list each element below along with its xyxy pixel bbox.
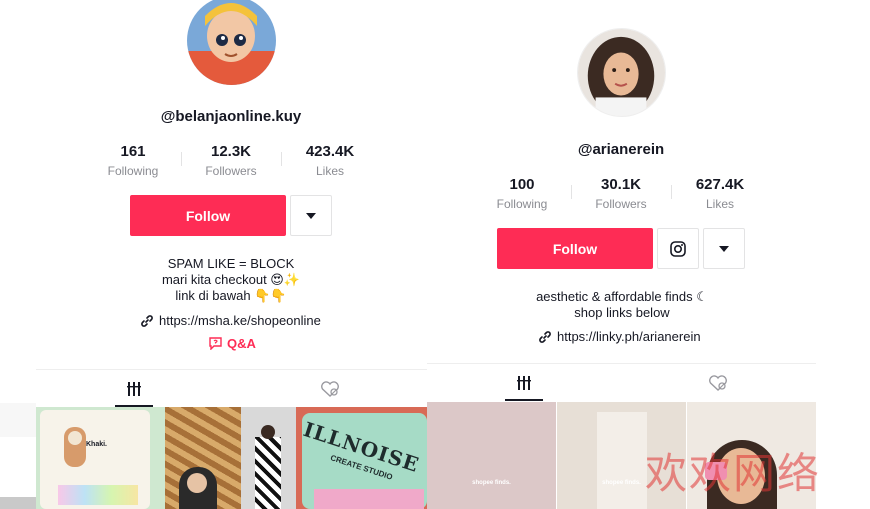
left-follow-button[interactable]: Follow — [130, 195, 286, 236]
thumb-caption: shopee finds. — [472, 480, 511, 486]
right-stat-following[interactable]: 100 Following — [477, 176, 567, 211]
stat-value: 12.3K — [210, 143, 252, 160]
tab-active-indicator — [505, 399, 543, 401]
left-qa-button[interactable]: Q&A — [209, 336, 256, 351]
right-stat-followers[interactable]: 30.1K Followers — [576, 176, 666, 211]
right-tab-bar — [427, 363, 816, 401]
stat-value: 100 — [509, 176, 535, 193]
left-bio-link[interactable]: https://msha.ke/shopeonline — [141, 313, 321, 328]
stat-divider — [181, 152, 182, 166]
tab-liked[interactable] — [700, 364, 736, 402]
caret-down-icon — [719, 245, 729, 252]
instagram-icon — [670, 240, 686, 257]
left-username: @belanjaonline.kuy — [160, 108, 302, 125]
videos-tab-icon — [517, 376, 531, 390]
tab-videos[interactable] — [116, 370, 152, 408]
left-tab-bar — [36, 369, 427, 407]
liked-tab-icon — [709, 375, 727, 391]
left-profile-panel: @belanjaonline.kuy 161 Following 12.3K F… — [0, 0, 427, 509]
qa-icon — [209, 337, 222, 350]
qa-label: Q&A — [227, 336, 256, 351]
left-video-grid: Khaki. ILLNOISE CREATE STUDIO — [36, 407, 427, 509]
bio-line: shop links below — [574, 305, 670, 320]
right-profile-panel: @arianerein 100 Following 30.1K Follower… — [427, 0, 816, 509]
stat-label: Likes — [705, 197, 734, 211]
left-stat-likes: 423.4K Likes — [285, 143, 375, 178]
left-avatar[interactable] — [187, 0, 276, 85]
video-thumbnail[interactable] — [165, 407, 241, 509]
stat-label: Followers — [595, 197, 647, 211]
stat-label: Likes — [315, 164, 344, 178]
video-thumbnail[interactable]: shopee finds. — [427, 402, 556, 509]
video-thumbnail[interactable]: ILLNOISE CREATE STUDIO — [296, 407, 427, 509]
instagram-button[interactable] — [657, 228, 699, 269]
bio-line: mari kita checkout 😍✨ — [161, 272, 301, 287]
right-username: @arianerein — [577, 141, 665, 158]
stat-value: 423.4K — [305, 143, 355, 160]
stat-label: Followers — [205, 164, 257, 178]
left-bio: SPAM LIKE = BLOCK mari kita checkout 😍✨ … — [100, 256, 362, 304]
right-avatar[interactable] — [577, 28, 666, 117]
left-more-button[interactable] — [290, 195, 332, 236]
bio-line: aesthetic & affordable finds ☾ — [536, 289, 708, 304]
link-text[interactable]: https://msha.ke/shopeonline — [159, 313, 321, 328]
left-stat-followers[interactable]: 12.3K Followers — [186, 143, 276, 178]
watermark-text: 欢欢网络 — [645, 449, 822, 498]
stat-label: Following — [496, 197, 548, 211]
link-icon — [539, 330, 551, 343]
link-icon — [141, 314, 153, 327]
bio-line: SPAM LIKE = BLOCK — [167, 256, 295, 271]
stat-value: 161 — [120, 143, 146, 160]
stat-divider — [671, 185, 672, 199]
bio-line: link di bawah 👇👇 — [175, 288, 287, 303]
right-stat-likes: 627.4K Likes — [675, 176, 765, 211]
tab-liked[interactable] — [312, 370, 348, 408]
link-text[interactable]: https://linky.ph/arianerein — [557, 329, 701, 344]
tab-videos[interactable] — [505, 364, 543, 402]
thumb-caption: Khaki. — [86, 441, 108, 448]
right-more-button[interactable] — [703, 228, 745, 269]
right-follow-button[interactable]: Follow — [497, 228, 653, 269]
liked-tab-icon — [321, 381, 339, 397]
left-stat-following[interactable]: 161 Following — [88, 143, 178, 178]
stat-label: Following — [107, 164, 159, 178]
video-thumbnail[interactable] — [241, 407, 296, 509]
right-bio-link[interactable]: https://linky.ph/arianerein — [539, 329, 701, 344]
stat-divider — [281, 152, 282, 166]
caret-down-icon — [306, 212, 316, 219]
video-thumbnail[interactable]: Khaki. — [36, 407, 165, 509]
sidebar-fragment — [0, 403, 36, 437]
stat-divider — [571, 185, 572, 199]
videos-tab-icon — [127, 382, 141, 396]
stat-value: 627.4K — [695, 176, 745, 193]
stat-value: 30.1K — [600, 176, 642, 193]
right-bio: aesthetic & affordable finds ☾ shop link… — [517, 289, 727, 321]
bottom-fragment — [0, 497, 36, 509]
